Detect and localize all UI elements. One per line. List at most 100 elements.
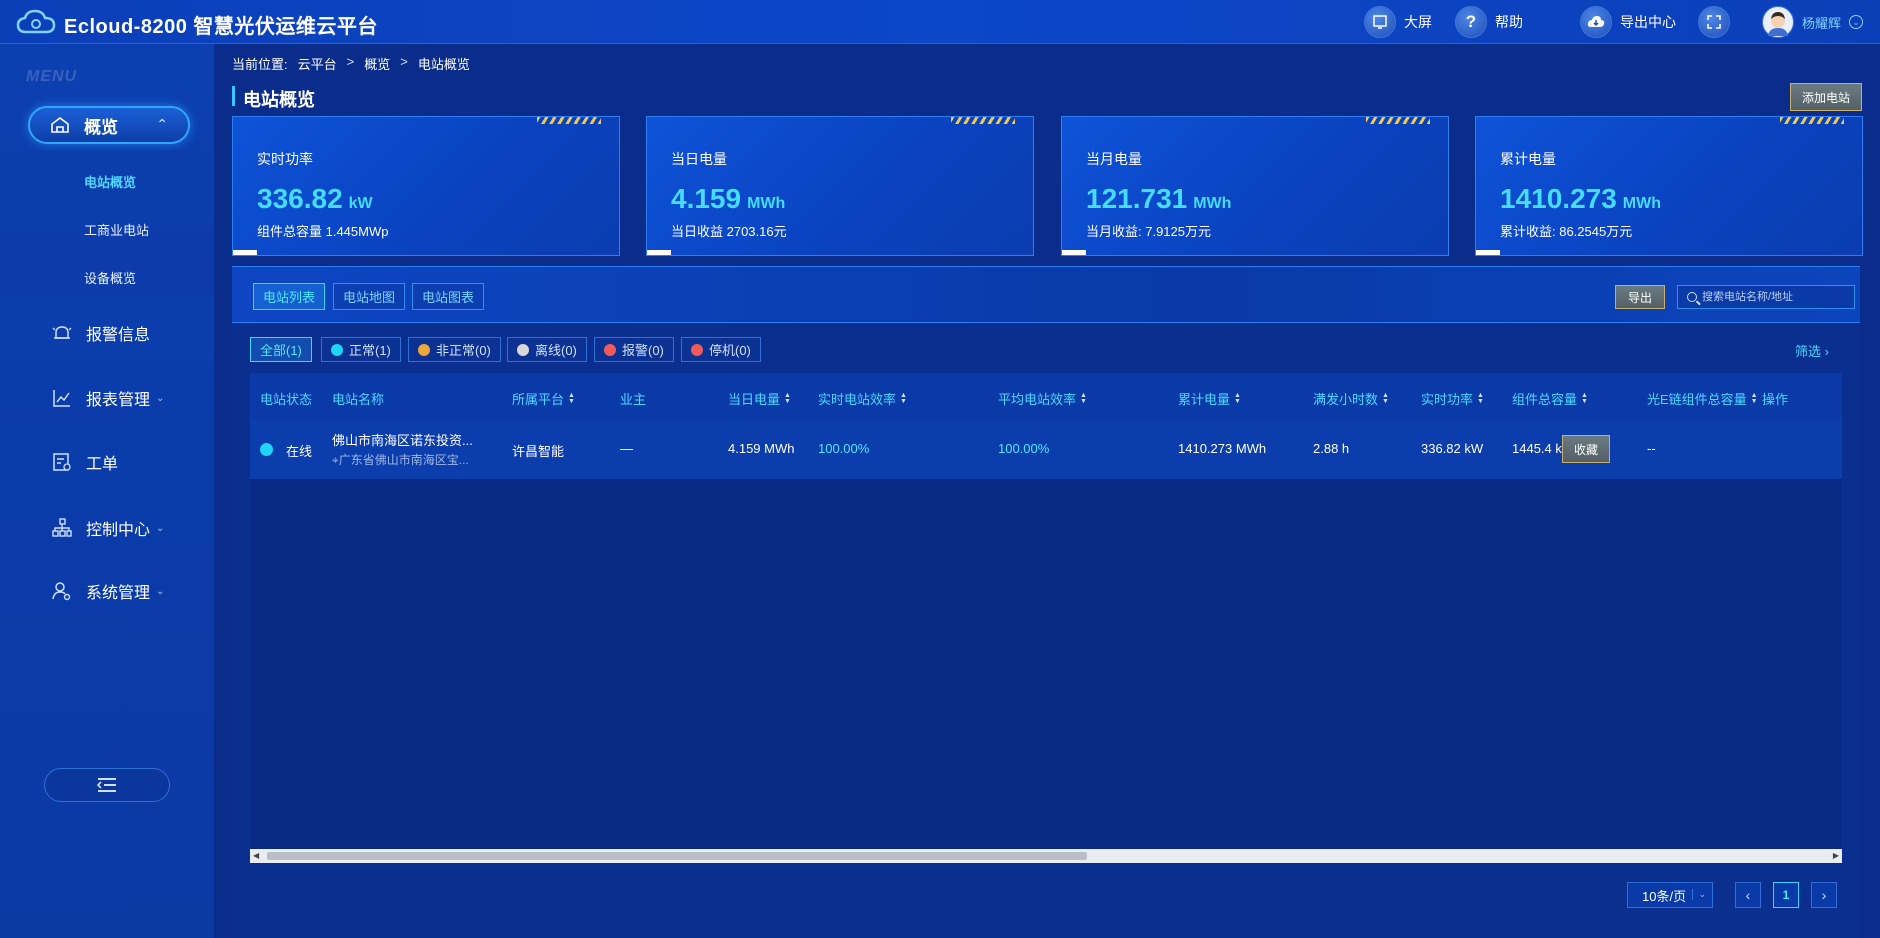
cell-status: 在线 (286, 444, 313, 459)
next-page-button[interactable]: › (1811, 882, 1837, 908)
nav-work-order[interactable]: 工单 (52, 450, 118, 474)
cloud-download-icon (1580, 6, 1612, 38)
table-header: 电站状态 电站名称 所属平台 ▲ ▼ 业主 当日电量 ▲ ▼ 实时电站效率 ▲ ▼ 平均电站… (250, 373, 1842, 419)
filter-abnormal[interactable]: 非正常(0) (408, 337, 501, 362)
prev-page-button[interactable]: ‹ (1735, 882, 1761, 908)
col-realtime-efficiency[interactable]: 实时电站效率 ▲ ▼ (818, 389, 907, 408)
favorite-button[interactable]: 收藏 (1562, 435, 1610, 463)
cell-day-energy: 4.159 MWh (728, 441, 795, 456)
alarm-bell-icon (52, 326, 72, 339)
chevron-down-icon: ⌄ (1692, 889, 1706, 900)
filter-label: 离线(0) (535, 343, 577, 358)
col-total-energy[interactable]: 累计电量 ▲ ▼ (1178, 389, 1241, 408)
table-row[interactable]: 在线 佛山市南海区诺东投资... ⌖广东省佛山市南海区宝... 许昌智能 — 4… (250, 419, 1842, 479)
nav-system-label: 系统管理 (86, 585, 151, 602)
nav-alarm[interactable]: 报警信息 (52, 321, 150, 345)
stat-sub: 当月收益: 7.9125万元 (1086, 224, 1211, 239)
panel-header: 电站列表 电站地图 电站图表 导出 (232, 267, 1860, 323)
cell-address: ⌖广东省佛山市南海区宝... (332, 453, 469, 467)
big-screen-icon (1364, 6, 1396, 38)
sub-item-commercial-station[interactable]: 工商业电站 (84, 220, 149, 239)
col-day-energy[interactable]: 当日电量 ▲ ▼ (728, 389, 791, 408)
chevron-right-icon: › (1824, 344, 1829, 359)
stat-label: 当月电量 (1086, 151, 1142, 167)
big-screen-label: 大屏 (1404, 14, 1432, 30)
work-order-icon (53, 453, 71, 471)
collapse-sidebar-button[interactable] (44, 768, 170, 802)
search-box (1677, 285, 1855, 309)
stat-label: 累计电量 (1500, 151, 1556, 167)
nav-overview-label: 概览 (84, 117, 118, 137)
col-realtime-power[interactable]: 实时功率 ▲ ▼ (1421, 389, 1484, 408)
tab-station-map[interactable]: 电站地图 (333, 283, 406, 310)
col-name: 电站名称 (332, 392, 385, 407)
page-title: 电站概览 (243, 90, 315, 110)
scroll-right-icon[interactable]: ▶ (1833, 851, 1839, 860)
scrollbar-thumb[interactable] (267, 852, 1087, 860)
sort-icon: ▲ ▼ (1080, 391, 1087, 405)
station-list-panel: 电站列表 电站地图 电站图表 导出 全部(1) 正常(1) 非正常(0) 离线(… (232, 266, 1860, 938)
status-dot (691, 343, 703, 356)
sub-item-device-overview[interactable]: 设备概览 (84, 268, 136, 287)
cell-e-link-capacity: -- (1647, 441, 1656, 456)
col-full-hours[interactable]: 满发小时数 ▲ ▼ (1313, 389, 1389, 408)
card-corner (647, 250, 671, 255)
top-bar: Ecloud-8200 智慧光伏运维云平台 大屏 ? 帮助 导出中心 杨耀辉 ⌄ (0, 0, 1880, 44)
card-stripes (1366, 117, 1430, 124)
stat-sub: 当日收益 2703.16元 (671, 224, 787, 239)
cell-station-name[interactable]: 佛山市南海区诺东投资... (332, 430, 473, 449)
add-station-button[interactable]: 添加电站 (1790, 83, 1862, 111)
app-title: Ecloud-8200 智慧光伏运维云平台 (64, 16, 378, 38)
menu-watermark: MENU (26, 68, 78, 85)
fullscreen-button[interactable] (1698, 6, 1730, 38)
stat-label: 实时功率 (257, 151, 313, 167)
card-corner (1476, 250, 1500, 255)
current-page[interactable]: 1 (1773, 882, 1799, 908)
big-screen-button[interactable]: 大屏 (1364, 6, 1432, 38)
sort-icon: ▲ ▼ (1477, 391, 1484, 405)
sort-icon: ▲ ▼ (568, 391, 575, 405)
col-average-efficiency[interactable]: 平均电站效率 ▲ ▼ (998, 389, 1087, 408)
card-stripes (951, 117, 1015, 124)
filter-alarm[interactable]: 报警(0) (594, 337, 674, 362)
col-e-link-capacity[interactable]: 光E链组件总容量 ▲ ▼ (1647, 389, 1758, 408)
col-action: 操作 (1762, 392, 1789, 407)
stat-value: 1410.273 MWh (1500, 183, 1661, 214)
cloud-logo-icon (16, 9, 56, 34)
filter-shutdown[interactable]: 停机(0) (681, 337, 761, 362)
scroll-left-icon[interactable]: ◀ (253, 851, 259, 860)
page-size-select[interactable]: 10条/页 ⌄ (1627, 882, 1713, 908)
cell-total-energy: 1410.273 MWh (1178, 441, 1267, 456)
cell-realtime-power: 336.82 kW (1421, 441, 1484, 456)
tab-station-chart[interactable]: 电站图表 (412, 283, 485, 310)
search-input[interactable] (1702, 291, 1852, 303)
filter-offline[interactable]: 离线(0) (507, 337, 587, 362)
nav-overview[interactable]: 概览 ⌃ (28, 106, 190, 144)
export-button[interactable]: 导出 (1615, 285, 1665, 309)
help-icon: ? (1455, 6, 1487, 38)
filter-screen-link[interactable]: 筛选 › (1795, 341, 1829, 360)
nav-report-label: 报表管理 (86, 392, 151, 409)
horizontal-scrollbar[interactable]: ◀ ▶ (250, 849, 1842, 863)
filter-normal[interactable]: 正常(1) (321, 337, 401, 362)
nav-control-center[interactable]: 控制中心 ⌄ (52, 516, 164, 540)
stat-card-realtime-power: 实时功率 336.82 kW 组件总容量 1.445MWp (232, 116, 620, 256)
col-capacity[interactable]: 组件总容量 ▲ ▼ (1512, 389, 1588, 408)
nav-report[interactable]: 报表管理 ⌄ (52, 386, 164, 410)
help-button[interactable]: ? 帮助 (1455, 6, 1523, 38)
breadcrumb-item[interactable]: 云平台 (298, 54, 337, 73)
status-dot (517, 343, 529, 356)
export-center-button[interactable]: 导出中心 (1580, 6, 1676, 38)
stat-value: 121.731 MWh (1086, 183, 1232, 214)
tab-station-list[interactable]: 电站列表 (253, 283, 326, 310)
user-settings-icon (52, 582, 71, 601)
report-chart-icon (53, 390, 70, 407)
col-platform[interactable]: 所属平台 ▲ ▼ (512, 389, 575, 408)
user-menu[interactable]: 杨耀辉 ⌄ (1762, 6, 1864, 38)
breadcrumb-item[interactable]: 概览 (364, 54, 390, 73)
nav-system[interactable]: 系统管理 ⌄ (52, 579, 164, 603)
sub-item-station-overview[interactable]: 电站概览 (84, 172, 136, 191)
card-stripes (1780, 117, 1844, 124)
help-label: 帮助 (1495, 14, 1523, 30)
filter-all[interactable]: 全部(1) (250, 337, 312, 362)
